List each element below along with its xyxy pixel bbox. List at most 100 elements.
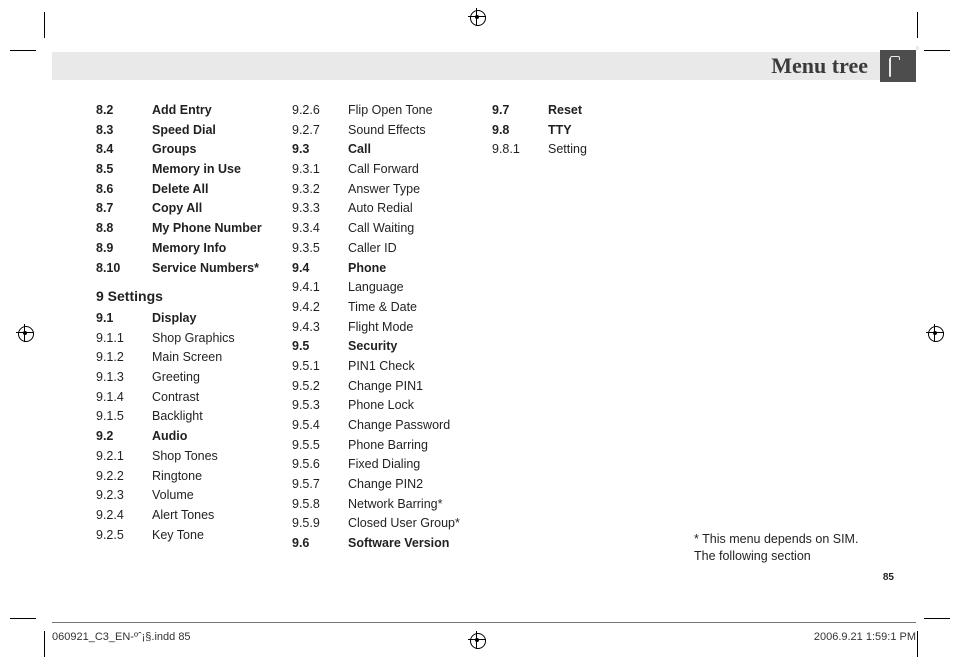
menu-label: Shop Graphics bbox=[152, 332, 286, 345]
menu-label: Flip Open Tone bbox=[348, 104, 492, 117]
menu-label: Volume bbox=[152, 489, 286, 502]
menu-row: 9.3.5Caller ID bbox=[292, 242, 492, 255]
menu-number: 8.4 bbox=[96, 143, 152, 156]
menu-label: Audio bbox=[152, 430, 286, 443]
menu-label: Answer Type bbox=[348, 183, 492, 196]
menu-number: 9.2 bbox=[96, 430, 152, 443]
menu-number: 9.2.7 bbox=[292, 124, 348, 137]
menu-label: PIN1 Check bbox=[348, 360, 492, 373]
menu-row: 9.7Reset bbox=[492, 104, 652, 117]
menu-number: 9.4 bbox=[292, 262, 348, 275]
footnote-line2: The following section bbox=[694, 549, 811, 563]
menu-label: Change PIN1 bbox=[348, 380, 492, 393]
menu-row: 9.1.1Shop Graphics bbox=[96, 332, 286, 345]
menu-number: 9.2.6 bbox=[292, 104, 348, 117]
menu-row: 9.2.7Sound Effects bbox=[292, 124, 492, 137]
menu-number: 9.5.9 bbox=[292, 517, 348, 530]
menu-number: 9.8.1 bbox=[492, 143, 548, 156]
menu-label: Memory Info bbox=[152, 242, 286, 255]
menu-row: 9.6Software Version bbox=[292, 537, 492, 550]
menu-number: 9.8 bbox=[492, 124, 548, 137]
menu-row: 9.5.8Network Barring* bbox=[292, 498, 492, 511]
menu-label: Call Forward bbox=[348, 163, 492, 176]
menu-row: 9.4Phone bbox=[292, 262, 492, 275]
menu-row: 9.1Display bbox=[96, 312, 286, 325]
menu-label: Key Tone bbox=[152, 529, 286, 542]
menu-label: My Phone Number bbox=[152, 222, 286, 235]
menu-row: 9.2Audio bbox=[96, 430, 286, 443]
menu-number: 9.2.1 bbox=[96, 450, 152, 463]
menu-row: 9.5.5Phone Barring bbox=[292, 439, 492, 452]
menu-number: 8.7 bbox=[96, 202, 152, 215]
menu-row: 9.2.4Alert Tones bbox=[96, 509, 286, 522]
menu-label: Groups bbox=[152, 143, 286, 156]
menu-number: 9.7 bbox=[492, 104, 548, 117]
menu-row: 9.2.1Shop Tones bbox=[96, 450, 286, 463]
menu-row: 9.5.4Change Password bbox=[292, 419, 492, 432]
menu-number: 9.4.2 bbox=[292, 301, 348, 314]
menu-label: Shop Tones bbox=[152, 450, 286, 463]
menu-label: Ringtone bbox=[152, 470, 286, 483]
menu-row: 9.8TTY bbox=[492, 124, 652, 137]
menu-row: 9.1.2Main Screen bbox=[96, 351, 286, 364]
menu-number: 9.2.5 bbox=[96, 529, 152, 542]
menu-row: 9.2.2Ringtone bbox=[96, 470, 286, 483]
menu-label: Closed User Group* bbox=[348, 517, 492, 530]
registration-mark-icon bbox=[926, 324, 944, 342]
footer: 060921_C3_EN-ºˆ¡§.indd 85 2006.9.21 1:59… bbox=[52, 622, 916, 643]
menu-label: Change PIN2 bbox=[348, 478, 492, 491]
menu-label: Change Password bbox=[348, 419, 492, 432]
menu-number: 8.9 bbox=[96, 242, 152, 255]
menu-label: Time & Date bbox=[348, 301, 492, 314]
menu-number: 9.1.5 bbox=[96, 410, 152, 423]
menu-label: Copy All bbox=[152, 202, 286, 215]
menu-row: 9.5.1PIN1 Check bbox=[292, 360, 492, 373]
menu-label: Caller ID bbox=[348, 242, 492, 255]
footnote: * This menu depends on SIM. The followin… bbox=[694, 531, 894, 565]
menu-row: 8.8My Phone Number bbox=[96, 222, 286, 235]
menu-number: 9.3.5 bbox=[292, 242, 348, 255]
menu-row: 9.3.3Auto Redial bbox=[292, 202, 492, 215]
menu-label: Setting bbox=[548, 143, 652, 156]
menu-row: 8.6Delete All bbox=[96, 183, 286, 196]
menu-number: 9.2.4 bbox=[96, 509, 152, 522]
menu-label: TTY bbox=[548, 124, 652, 137]
menu-row: 9.1.5Backlight bbox=[96, 410, 286, 423]
menu-label: Add Entry bbox=[152, 104, 286, 117]
menu-number: 9.2.3 bbox=[96, 489, 152, 502]
menu-label: Flight Mode bbox=[348, 321, 492, 334]
menu-number: 9.5.7 bbox=[292, 478, 348, 491]
menu-label: Auto Redial bbox=[348, 202, 492, 215]
menu-label: Language bbox=[348, 281, 492, 294]
menu-label: Main Screen bbox=[152, 351, 286, 364]
menu-row: 8.5Memory in Use bbox=[96, 163, 286, 176]
menu-number: 9.3.3 bbox=[292, 202, 348, 215]
menu-label: Speed Dial bbox=[152, 124, 286, 137]
menu-row: 8.3Speed Dial bbox=[96, 124, 286, 137]
registration-mark-icon bbox=[16, 324, 34, 342]
menu-number: 8.2 bbox=[96, 104, 152, 117]
menu-label: Backlight bbox=[152, 410, 286, 423]
menu-number: 9.4.1 bbox=[292, 281, 348, 294]
page-title: Menu tree bbox=[771, 52, 874, 80]
folder-arrow-icon bbox=[889, 59, 907, 73]
menu-number: 8.6 bbox=[96, 183, 152, 196]
menu-number: 9.5 bbox=[292, 340, 348, 353]
menu-row: 9.1.3Greeting bbox=[96, 371, 286, 384]
menu-row: 9.2.5Key Tone bbox=[96, 529, 286, 542]
menu-row: 9.3.1Call Forward bbox=[292, 163, 492, 176]
menu-label: Call bbox=[348, 143, 492, 156]
column-1: 8.2Add Entry8.3Speed Dial8.4Groups8.5Mem… bbox=[96, 104, 286, 548]
menu-label: Security bbox=[348, 340, 492, 353]
menu-number: 9.3 bbox=[292, 143, 348, 156]
menu-number: 8.5 bbox=[96, 163, 152, 176]
menu-label: Phone Lock bbox=[348, 399, 492, 412]
menu-number: 9.1.2 bbox=[96, 351, 152, 364]
menu-label: Memory in Use bbox=[152, 163, 286, 176]
menu-label: Fixed Dialing bbox=[348, 458, 492, 471]
menu-number: 8.8 bbox=[96, 222, 152, 235]
menu-row: 9.1.4Contrast bbox=[96, 391, 286, 404]
menu-row: 8.4Groups bbox=[96, 143, 286, 156]
menu-label: Contrast bbox=[152, 391, 286, 404]
menu-number: 8.10 bbox=[96, 262, 152, 275]
